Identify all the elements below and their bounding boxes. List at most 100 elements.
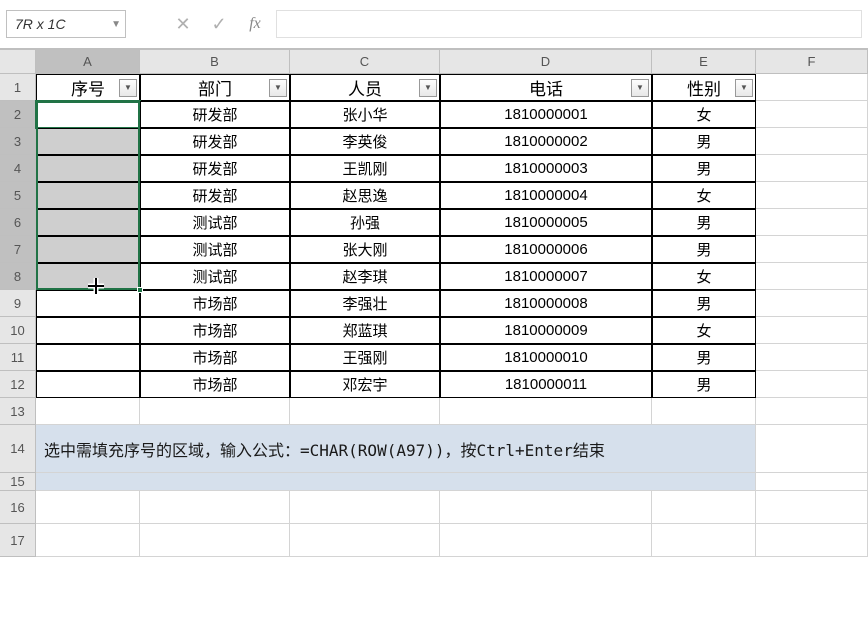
cell[interactable]: 张小华	[290, 101, 440, 128]
name-box[interactable]: 7R x 1C ▼	[6, 10, 126, 38]
cell[interactable]: 研发部	[140, 101, 290, 128]
confirm-icon[interactable]	[204, 10, 234, 38]
col-header-D[interactable]: D	[440, 50, 652, 74]
note-cell[interactable]: 选中需填充序号的区域，输入公式：=CHAR(ROW(A97))，按Ctrl+En…	[36, 425, 756, 473]
cell[interactable]: 张大刚	[290, 236, 440, 263]
header-cell-phone[interactable]: 电话	[440, 74, 652, 101]
cell[interactable]: 王强刚	[290, 344, 440, 371]
row-header-1[interactable]: 1	[0, 74, 36, 101]
cell[interactable]	[140, 398, 290, 425]
cell[interactable]	[756, 425, 868, 473]
cell[interactable]: 1810000001	[440, 101, 652, 128]
cell[interactable]: 1810000003	[440, 155, 652, 182]
cell[interactable]	[756, 398, 868, 425]
cell[interactable]: 男	[652, 155, 756, 182]
fx-icon[interactable]: fx	[240, 10, 270, 38]
cell[interactable]	[756, 473, 868, 491]
cell[interactable]: 李英俊	[290, 128, 440, 155]
cell[interactable]	[36, 155, 140, 182]
cell[interactable]	[290, 398, 440, 425]
filter-icon[interactable]	[631, 79, 649, 97]
cell[interactable]: 女	[652, 317, 756, 344]
cell[interactable]: 测试部	[140, 236, 290, 263]
cell[interactable]	[756, 209, 868, 236]
row-header-14[interactable]: 14	[0, 425, 36, 473]
filter-icon[interactable]	[269, 79, 287, 97]
cell[interactable]: 男	[652, 128, 756, 155]
header-cell-gender[interactable]: 性别	[652, 74, 756, 101]
header-cell-person[interactable]: 人员	[290, 74, 440, 101]
cell[interactable]: 1810000007	[440, 263, 652, 290]
cell[interactable]: 测试部	[140, 209, 290, 236]
cell[interactable]: 王凯刚	[290, 155, 440, 182]
cell[interactable]	[756, 74, 868, 101]
cell[interactable]: 1810000009	[440, 317, 652, 344]
row-header-7[interactable]: 7	[0, 236, 36, 263]
col-header-B[interactable]: B	[140, 50, 290, 74]
cell[interactable]: 研发部	[140, 128, 290, 155]
cell[interactable]: 李强壮	[290, 290, 440, 317]
formula-input[interactable]	[276, 10, 862, 38]
cell[interactable]: 男	[652, 236, 756, 263]
cell[interactable]	[756, 263, 868, 290]
row-header-6[interactable]: 6	[0, 209, 36, 236]
cell[interactable]	[756, 182, 868, 209]
cell[interactable]	[36, 128, 140, 155]
fill-handle[interactable]	[137, 287, 143, 293]
filter-icon[interactable]	[735, 79, 753, 97]
cell[interactable]	[36, 101, 140, 128]
cell[interactable]	[36, 317, 140, 344]
cell[interactable]: 赵李琪	[290, 263, 440, 290]
cell[interactable]	[756, 128, 868, 155]
cell[interactable]	[652, 398, 756, 425]
cell[interactable]	[440, 524, 652, 557]
cell[interactable]: 1810000011	[440, 371, 652, 398]
cell[interactable]: 女	[652, 263, 756, 290]
cell[interactable]: 1810000008	[440, 290, 652, 317]
cell[interactable]: 男	[652, 371, 756, 398]
cell[interactable]	[756, 371, 868, 398]
spreadsheet-grid[interactable]: A B C D E F 1 序号 部门 人员 电话 性别 2研发部张小华1810…	[0, 50, 868, 557]
row-header-13[interactable]: 13	[0, 398, 36, 425]
cell[interactable]	[36, 371, 140, 398]
row-header-3[interactable]: 3	[0, 128, 36, 155]
cell[interactable]	[36, 182, 140, 209]
cell[interactable]	[652, 524, 756, 557]
cell[interactable]	[36, 290, 140, 317]
cell[interactable]	[36, 398, 140, 425]
cell[interactable]: 男	[652, 290, 756, 317]
row-header-10[interactable]: 10	[0, 317, 36, 344]
cell[interactable]: 研发部	[140, 182, 290, 209]
cell[interactable]	[756, 155, 868, 182]
cell[interactable]: 1810000002	[440, 128, 652, 155]
cell[interactable]	[756, 344, 868, 371]
cell[interactable]	[36, 344, 140, 371]
cell[interactable]	[290, 491, 440, 524]
cell[interactable]	[756, 101, 868, 128]
cell[interactable]: 1810000010	[440, 344, 652, 371]
row-header-9[interactable]: 9	[0, 290, 36, 317]
cell[interactable]	[290, 524, 440, 557]
row-header-2[interactable]: 2	[0, 101, 36, 128]
cell[interactable]	[36, 236, 140, 263]
cell[interactable]	[140, 524, 290, 557]
cell[interactable]: 男	[652, 209, 756, 236]
col-header-C[interactable]: C	[290, 50, 440, 74]
cell[interactable]: 研发部	[140, 155, 290, 182]
row-header-5[interactable]: 5	[0, 182, 36, 209]
row-header-17[interactable]: 17	[0, 524, 36, 557]
filter-icon[interactable]	[419, 79, 437, 97]
cell[interactable]	[36, 491, 140, 524]
cell[interactable]: 市场部	[140, 344, 290, 371]
cell[interactable]	[36, 473, 756, 491]
cell[interactable]	[140, 491, 290, 524]
cell[interactable]: 赵思逸	[290, 182, 440, 209]
cell[interactable]: 男	[652, 344, 756, 371]
cell[interactable]: 郑蓝琪	[290, 317, 440, 344]
cell[interactable]: 1810000005	[440, 209, 652, 236]
filter-icon[interactable]	[119, 79, 137, 97]
cell[interactable]	[652, 491, 756, 524]
cell[interactable]	[36, 524, 140, 557]
cell[interactable]	[440, 491, 652, 524]
cell[interactable]: 孙强	[290, 209, 440, 236]
